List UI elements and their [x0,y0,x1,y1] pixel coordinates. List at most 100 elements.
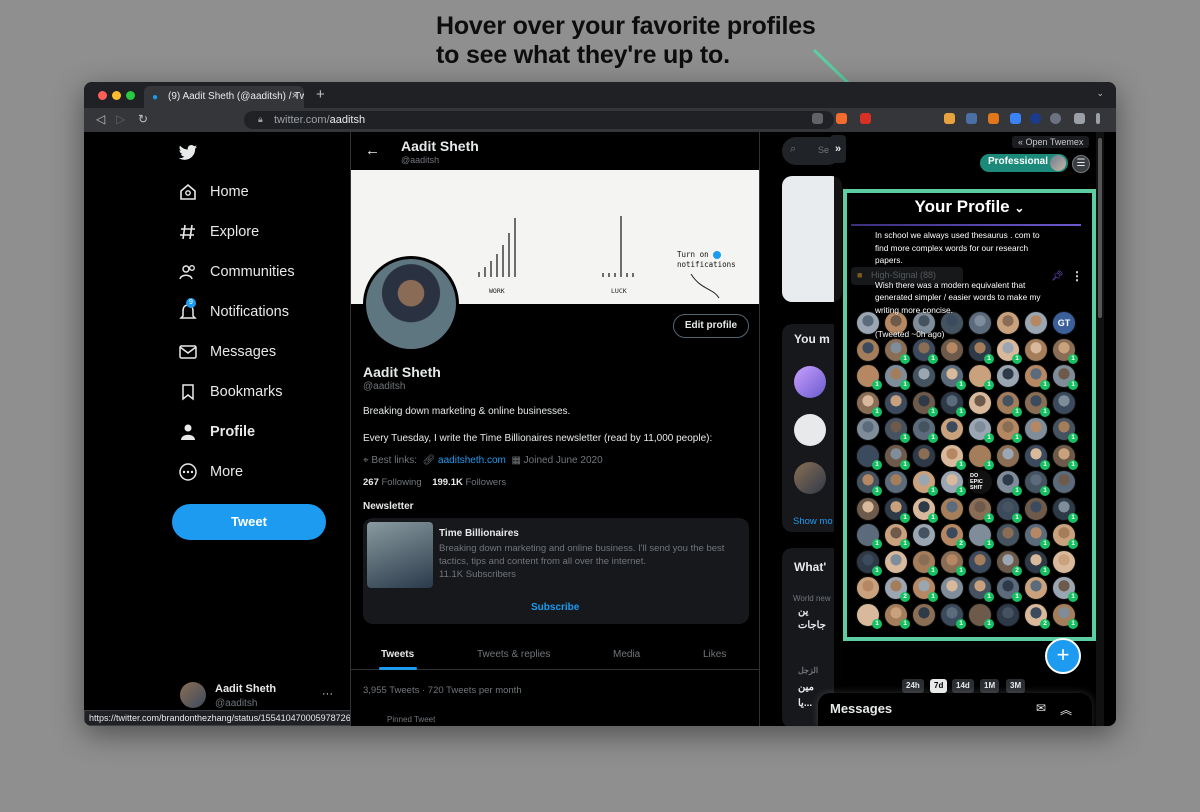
profile-avatar-thumb[interactable] [884,549,908,574]
nav-home[interactable]: Home [178,180,249,204]
twemex-menu-icon[interactable]: ☰ [1072,155,1090,173]
tweet-button[interactable]: Tweet [172,504,326,540]
profile-avatar-thumb[interactable] [1052,549,1076,574]
url-field[interactable]: 🔒︎ twitter.com/aaditsh [244,111,834,129]
browser-tab[interactable]: ● (9) Aadit Sheth (@aaditsh) / Tw × [144,86,304,108]
profile-avatar-thumb[interactable] [912,364,936,388]
profile-avatar-thumb[interactable]: 1 [1024,523,1050,549]
profile-avatar-thumb[interactable] [856,417,880,441]
profile-avatar-thumb[interactable]: 1 [940,390,966,417]
profile-avatar-thumb[interactable]: 1 [912,417,938,443]
tab-media[interactable]: Media [613,649,640,660]
profile-avatar-thumb[interactable] [996,443,1020,468]
website-link[interactable]: aaditsheth.com [438,455,506,466]
twemex-collapse-button[interactable]: » [830,135,846,163]
profile-avatar-thumb[interactable]: GT [1052,311,1076,335]
profile-avatar-thumb[interactable]: 1 [884,443,910,470]
profile-avatar-thumb[interactable]: 1 [940,364,966,390]
range-7d[interactable]: 7d [930,679,948,693]
minimize-window-button[interactable] [112,91,121,100]
profile-avatar-thumb[interactable] [912,523,936,547]
profile-avatar-thumb[interactable]: 1 [996,390,1022,417]
brave-shield-icon[interactable] [836,113,847,124]
profile-avatar-thumb[interactable]: 1 [912,496,938,523]
back-icon[interactable]: ◁ [96,112,105,126]
profile-avatar-thumb[interactable] [912,602,936,627]
profile-avatar-thumb[interactable]: 1 [968,443,994,470]
range-3m[interactable]: 3M [1006,679,1026,693]
nav-more[interactable]: More [178,460,243,484]
profile-avatar-thumb[interactable]: 1 [884,364,910,390]
profile-avatar-thumb[interactable] [996,602,1020,627]
profile-avatar-thumb[interactable]: 1 [884,523,910,549]
panel-title[interactable]: Your Profile ⌄ [847,197,1092,217]
profile-avatar-thumb[interactable]: 1 [1052,443,1078,470]
profile-avatar-thumb[interactable]: 1 [1024,364,1050,390]
profile-avatar-thumb[interactable]: 2 [884,576,910,602]
profile-avatar-thumb[interactable]: 1 [940,443,966,470]
extension-icon[interactable] [966,113,977,124]
profile-avatar-thumb[interactable]: 1 [884,417,910,443]
profile-avatar-thumb[interactable]: 1 [884,496,910,523]
suggested-avatar[interactable] [794,366,826,398]
profile-avatar-thumb[interactable] [1052,470,1076,494]
profile-avatar-thumb[interactable]: 1 [940,602,966,629]
profile-avatar-thumb[interactable]: 2 [940,523,966,549]
profile-avatar-thumb[interactable]: 1 [996,470,1022,496]
profile-avatar[interactable] [363,256,459,352]
profile-avatar-thumb[interactable]: 1 [968,496,994,523]
open-twemex-button[interactable]: « Open Twemex [1012,136,1090,148]
profile-avatar-thumb[interactable] [940,417,964,441]
forward-icon[interactable]: ▷ [116,112,125,126]
profile-avatar-thumb[interactable] [940,496,964,521]
profile-avatar-thumb[interactable]: 1 [912,576,938,602]
profile-avatar-thumb[interactable]: 1 [1024,470,1050,496]
profile-avatar-thumb[interactable]: 1 [912,549,938,576]
messages-drawer[interactable]: Messages ✉ ︽ [818,693,1092,726]
tab-tweets[interactable]: Tweets [381,649,414,660]
nav-profile[interactable]: Profile [178,420,255,444]
profile-avatar-thumb[interactable]: 1 [856,390,882,417]
profile-avatar-thumb[interactable] [856,496,880,521]
nav-messages[interactable]: Messages [178,340,276,364]
profile-avatar-thumb[interactable]: 1 [1024,443,1050,470]
twitter-logo-icon[interactable] [178,144,198,162]
extension-icon[interactable] [1010,113,1021,124]
profile-avatar-thumb[interactable]: 1 [968,417,994,443]
range-14d[interactable]: 14d [952,679,974,693]
profile-avatar-thumb[interactable]: 1 [856,470,882,496]
profile-avatar-thumb[interactable]: 1 [856,523,882,549]
back-arrow-icon[interactable]: ← [365,142,380,159]
profile-avatar-thumb[interactable] [940,576,964,600]
profile-avatar-thumb[interactable]: 1 [1052,523,1078,549]
close-tab-icon[interactable]: × [292,90,298,102]
profile-avatar-thumb[interactable]: 1 [912,470,938,496]
profile-avatar-thumb[interactable]: 1 [996,417,1022,443]
profile-avatar-thumb[interactable] [1052,390,1076,415]
nav-communities[interactable]: Communities [178,260,295,284]
profile-avatar-thumb[interactable]: 1 [996,496,1022,523]
profile-avatar-thumb[interactable]: 1 [940,549,966,576]
profile-avatar-thumb[interactable] [996,364,1020,388]
profile-avatar-thumb[interactable] [884,390,908,415]
close-window-button[interactable] [98,91,107,100]
profile-avatar-thumb[interactable]: 1 [1052,417,1078,443]
extension-icon[interactable] [1030,113,1041,124]
kebab-menu-icon[interactable]: ⋮ [1071,269,1083,283]
tab-tweets-replies[interactable]: Tweets & replies [477,649,550,660]
subscribe-button[interactable]: Subscribe [531,602,579,613]
profile-avatar-thumb[interactable]: DO EPIC SHIT [968,470,992,494]
profile-avatar-thumb[interactable]: 1 [968,576,994,602]
profile-avatar-thumb[interactable]: 1 [856,443,882,470]
extension-icon[interactable] [1050,113,1061,124]
profile-avatar-thumb[interactable]: 2 [996,549,1022,576]
profile-avatar-thumb[interactable] [1024,496,1048,521]
account-avatar[interactable] [180,682,206,708]
profile-avatar-thumb[interactable]: 2 [1024,602,1050,629]
profile-avatar-thumb[interactable]: 1 [968,364,994,390]
range-1m[interactable]: 1M [980,679,1000,693]
profile-avatar-thumb[interactable] [968,549,992,574]
profile-avatar-thumb[interactable] [856,576,880,600]
nav-explore[interactable]: Explore [178,220,259,244]
range-24h[interactable]: 24h [902,679,924,693]
